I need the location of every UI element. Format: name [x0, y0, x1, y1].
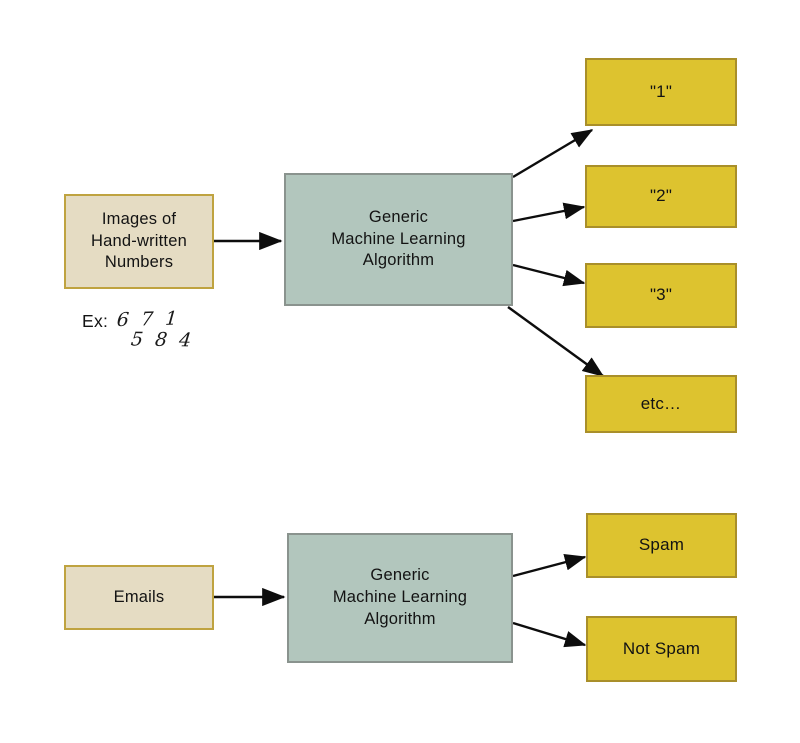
input-label-emails: Emails: [113, 587, 165, 606]
process-line-3: Algorithm: [364, 609, 436, 628]
process-line-3: Algorithm: [362, 251, 435, 270]
output-label-spam: Spam: [638, 535, 685, 555]
arrow-process-to-output-not-spam: [512, 621, 587, 648]
input-line-2: Hand-written: [91, 231, 187, 250]
example-digit: 8: [154, 328, 171, 352]
arrow-process-to-output-1: [512, 128, 594, 179]
process-line-1: Generic: [368, 207, 429, 226]
output-label-digit-1: "1": [649, 81, 673, 101]
input-box-handwritten-numbers[interactable]: Images of Hand-written Numbers: [64, 194, 214, 289]
process-line-2: Machine Learning: [332, 588, 468, 607]
diagram-canvas: Images of Hand-written Numbers Ex: 6 7 1…: [0, 0, 800, 743]
process-line-2: Machine Learning: [331, 229, 466, 248]
output-box-digit-2[interactable]: "2": [585, 165, 737, 228]
example-digit: 5: [130, 328, 147, 351]
process-label-ml-algorithm-digits: Generic Machine Learning Algorithm: [286, 207, 511, 272]
input-box-emails[interactable]: Emails: [64, 565, 214, 630]
process-label-ml-algorithm-emails: Generic Machine Learning Algorithm: [289, 565, 511, 630]
process-box-ml-algorithm-digits[interactable]: Generic Machine Learning Algorithm: [284, 173, 513, 306]
input-line-1: Images of: [101, 209, 177, 228]
example-digit: 1: [164, 307, 181, 330]
example-digit: 7: [140, 308, 157, 331]
arrow-process-to-output-3: [512, 263, 586, 287]
output-box-digit-3[interactable]: "3": [585, 263, 737, 328]
example-digit: 4: [178, 329, 195, 352]
arrow-process-to-output-spam: [512, 554, 587, 578]
example-digit-row-2: 5 8 4: [130, 328, 204, 351]
input-line-3: Numbers: [104, 253, 174, 272]
output-label-etc: etc…: [640, 393, 682, 413]
output-box-spam[interactable]: Spam: [586, 513, 737, 578]
example-handwritten-digits: Ex: 6 7 1 5 8 4: [82, 307, 204, 352]
input-label-handwritten-numbers: Images of Hand-written Numbers: [66, 209, 212, 274]
arrow-process-to-output-2: [512, 202, 586, 223]
example-digit: 6: [116, 308, 133, 332]
example-digit-grid: 6 7 1 5 8 4: [116, 307, 204, 352]
process-line-1: Generic: [370, 566, 430, 585]
example-digit-row-1: 6 7 1: [116, 307, 204, 332]
output-box-etc[interactable]: etc…: [585, 375, 737, 433]
output-box-digit-1[interactable]: "1": [585, 58, 737, 126]
output-label-digit-3: "3": [649, 285, 673, 305]
output-label-digit-2: "2": [649, 186, 673, 206]
process-box-ml-algorithm-emails[interactable]: Generic Machine Learning Algorithm: [287, 533, 513, 663]
example-prefix-label: Ex:: [82, 311, 109, 331]
output-label-not-spam: Not Spam: [622, 638, 701, 658]
output-box-not-spam[interactable]: Not Spam: [586, 616, 737, 682]
